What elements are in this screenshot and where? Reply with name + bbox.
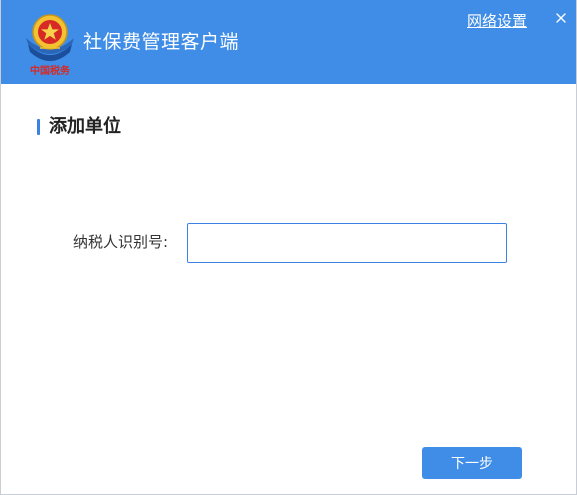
section-heading: 添加单位 bbox=[37, 116, 121, 138]
section-accent-bar bbox=[37, 119, 40, 135]
next-step-button[interactable]: 下一步 bbox=[422, 447, 522, 479]
taxpayer-id-label: 纳税人识别号: bbox=[73, 233, 169, 251]
app-window: 中国税务 社保费管理客户端 网络设置 添加单位 纳税人识别号: 下一步 bbox=[0, 0, 577, 495]
logo-calligraphy-text: 中国税务 bbox=[30, 64, 71, 77]
network-settings-link[interactable]: 网络设置 bbox=[467, 11, 527, 31]
app-title: 社保费管理客户端 bbox=[83, 31, 240, 53]
close-icon bbox=[556, 13, 566, 23]
title-bar: 中国税务 社保费管理客户端 网络设置 bbox=[1, 0, 576, 84]
section-title: 添加单位 bbox=[49, 116, 121, 137]
taxpayer-id-input[interactable] bbox=[187, 223, 507, 263]
close-button[interactable] bbox=[552, 9, 570, 27]
tax-emblem-icon: 中国税务 bbox=[26, 14, 74, 77]
